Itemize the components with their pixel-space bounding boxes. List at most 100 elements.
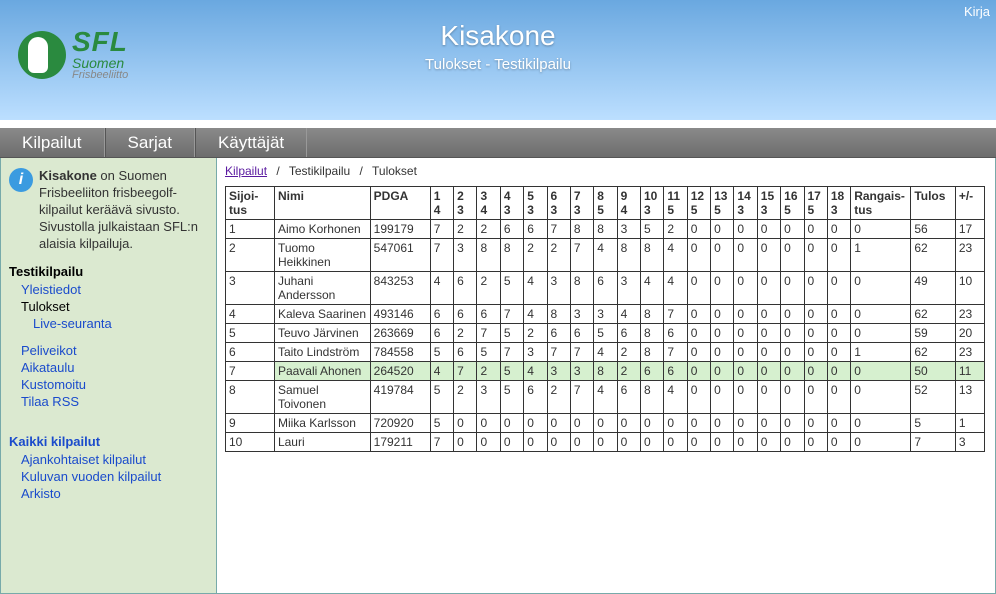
cell-hole-2: 6 <box>454 305 477 324</box>
nav-sarjat[interactable]: Sarjat <box>105 128 195 157</box>
cell-hole-9: 2 <box>617 343 640 362</box>
sidebar-item-rss[interactable]: Tilaa RSS <box>9 393 208 410</box>
cell-hole-4: 0 <box>500 433 523 452</box>
cell-hole-18: 0 <box>827 381 850 414</box>
cell-hole-17: 0 <box>804 381 827 414</box>
cell-plusminus: 23 <box>955 305 984 324</box>
sidebar-item-kuluvan[interactable]: Kuluvan vuoden kilpailut <box>9 468 208 485</box>
cell-hole-2: 0 <box>454 433 477 452</box>
th-hole-5: 53 <box>524 187 547 220</box>
main-content: Kilpailut / Testikilpailu / Tulokset Sij… <box>217 158 995 593</box>
cell-hole-8: 4 <box>594 239 617 272</box>
table-row[interactable]: 4Kaleva Saarinen493146666748334870000000… <box>226 305 985 324</box>
cell-hole-18: 0 <box>827 433 850 452</box>
cell-hole-16: 0 <box>781 414 804 433</box>
th-hole-13: 135 <box>711 187 734 220</box>
cell-hole-1: 4 <box>430 272 453 305</box>
table-row[interactable]: 3Juhani Andersson84325346254386344000000… <box>226 272 985 305</box>
cell-hole-1: 5 <box>430 414 453 433</box>
cell-pos: 2 <box>226 239 275 272</box>
cell-hole-7: 7 <box>570 343 593 362</box>
cell-plusminus: 11 <box>955 362 984 381</box>
cell-hole-12: 0 <box>687 220 710 239</box>
sidebar: i Kisakone on Suomen Frisbeeliiton frisb… <box>1 158 217 593</box>
cell-hole-5: 6 <box>524 220 547 239</box>
sidebar-item-ajankohtaiset[interactable]: Ajankohtaiset kilpailut <box>9 451 208 468</box>
crumb-kilpailut[interactable]: Kilpailut <box>225 164 267 178</box>
cell-name: Lauri <box>274 433 370 452</box>
cell-hole-8: 0 <box>594 433 617 452</box>
cell-hole-5: 3 <box>524 343 547 362</box>
th-hole-9: 94 <box>617 187 640 220</box>
cell-hole-8: 6 <box>594 272 617 305</box>
cell-plusminus: 10 <box>955 272 984 305</box>
sidebar-item-peliveikot[interactable]: Peliveikot <box>9 342 208 359</box>
cell-hole-12: 0 <box>687 433 710 452</box>
cell-penalty: 0 <box>851 414 911 433</box>
cell-hole-15: 0 <box>757 239 780 272</box>
login-link[interactable]: Kirja <box>964 4 990 19</box>
sidebar-item-kustomoitu[interactable]: Kustomoitu <box>9 376 208 393</box>
cell-hole-16: 0 <box>781 381 804 414</box>
cell-hole-18: 0 <box>827 324 850 343</box>
cell-pdga: 547061 <box>370 239 430 272</box>
table-row[interactable]: 9Miika Karlsson7209205000000000000000000… <box>226 414 985 433</box>
cell-hole-8: 8 <box>594 220 617 239</box>
sidebar-item-arkisto[interactable]: Arkisto <box>9 485 208 502</box>
nav-kayttajat[interactable]: Käyttäjät <box>195 128 307 157</box>
cell-hole-10: 8 <box>640 324 663 343</box>
cell-hole-10: 4 <box>640 272 663 305</box>
cell-pos: 10 <box>226 433 275 452</box>
table-row[interactable]: 7Paavali Ahonen2645204725433826600000000… <box>226 362 985 381</box>
cell-hole-14: 0 <box>734 239 757 272</box>
cell-pos: 8 <box>226 381 275 414</box>
cell-tulos: 62 <box>911 239 956 272</box>
cell-name: Miika Karlsson <box>274 414 370 433</box>
cell-hole-6: 7 <box>547 343 570 362</box>
cell-hole-7: 3 <box>570 305 593 324</box>
cell-hole-12: 0 <box>687 239 710 272</box>
cell-penalty: 0 <box>851 220 911 239</box>
cell-hole-11: 0 <box>664 433 687 452</box>
cell-name: Kaleva Saarinen <box>274 305 370 324</box>
cell-hole-10: 8 <box>640 239 663 272</box>
cell-hole-11: 7 <box>664 305 687 324</box>
cell-hole-4: 7 <box>500 305 523 324</box>
cell-plusminus: 23 <box>955 239 984 272</box>
cell-hole-3: 7 <box>477 324 500 343</box>
cell-hole-1: 5 <box>430 381 453 414</box>
table-row[interactable]: 6Taito Lindström784558565737742870000000… <box>226 343 985 362</box>
cell-hole-16: 0 <box>781 433 804 452</box>
cell-hole-13: 0 <box>711 220 734 239</box>
table-row[interactable]: 8Samuel Toivonen419784523562746840000000… <box>226 381 985 414</box>
cell-hole-7: 0 <box>570 433 593 452</box>
cell-hole-13: 0 <box>711 362 734 381</box>
table-row[interactable]: 1Aimo Korhonen19917972266788352000000005… <box>226 220 985 239</box>
table-row[interactable]: 5Teuvo Järvinen2636696275266568600000000… <box>226 324 985 343</box>
th-plusminus: +/- <box>955 187 984 220</box>
cell-hole-12: 0 <box>687 272 710 305</box>
cell-hole-11: 4 <box>664 381 687 414</box>
cell-hole-6: 8 <box>547 305 570 324</box>
cell-hole-6: 3 <box>547 272 570 305</box>
sidebar-all-head[interactable]: Kaikki kilpailut <box>9 434 208 449</box>
sidebar-item-live[interactable]: Live-seuranta <box>9 315 208 332</box>
page-title: Kisakone <box>0 20 996 52</box>
table-row[interactable]: 10Lauri179211700000000000000000073 <box>226 433 985 452</box>
cell-tulos: 62 <box>911 343 956 362</box>
cell-hole-17: 0 <box>804 239 827 272</box>
cell-hole-9: 0 <box>617 414 640 433</box>
cell-hole-15: 0 <box>757 381 780 414</box>
sidebar-item-aikataulu[interactable]: Aikataulu <box>9 359 208 376</box>
cell-hole-7: 7 <box>570 239 593 272</box>
nav-kilpailut[interactable]: Kilpailut <box>0 128 105 157</box>
cell-hole-18: 0 <box>827 220 850 239</box>
breadcrumb: Kilpailut / Testikilpailu / Tulokset <box>225 164 987 178</box>
cell-hole-15: 0 <box>757 433 780 452</box>
cell-hole-10: 6 <box>640 362 663 381</box>
cell-hole-2: 3 <box>454 239 477 272</box>
th-hole-11: 115 <box>664 187 687 220</box>
sidebar-item-yleistiedot[interactable]: Yleistiedot <box>9 281 208 298</box>
cell-hole-2: 6 <box>454 343 477 362</box>
table-row[interactable]: 2Tuomo Heikkinen547061738822748840000000… <box>226 239 985 272</box>
